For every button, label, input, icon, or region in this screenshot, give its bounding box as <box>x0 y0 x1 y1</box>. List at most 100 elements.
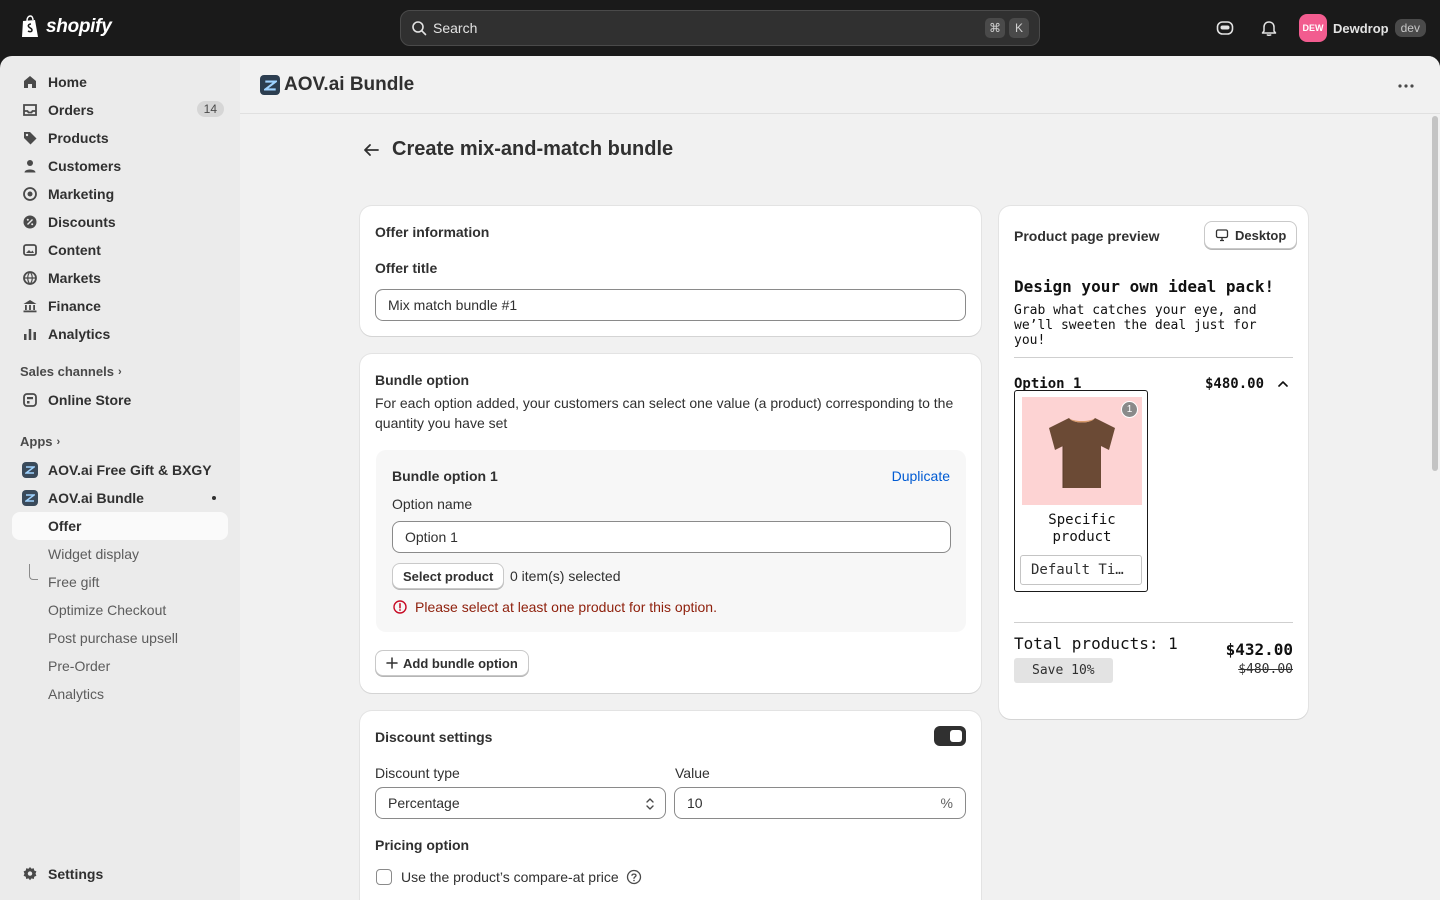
desktop-view-label: Desktop <box>1235 227 1287 243</box>
sidebar-sub-item-pre-order[interactable]: Pre-Order <box>12 652 228 680</box>
sidebar-item-label: Widget display <box>48 546 140 562</box>
search-icon <box>412 21 427 36</box>
desktop-view-button[interactable]: Desktop <box>1204 221 1298 249</box>
discount-settings-card: Discount settings Discount type Percenta… <box>360 711 981 900</box>
option-name-label: Option name <box>392 496 473 512</box>
sidebar-sub-item-offer[interactable]: Offer <box>12 512 228 540</box>
content-icon <box>23 244 37 256</box>
main-content: AOV.ai Bundle Create mix-and-match bundl… <box>240 56 1440 900</box>
gear-icon <box>23 867 37 881</box>
items-selected-text: 0 item(s) selected <box>510 568 621 584</box>
error-icon <box>393 600 407 614</box>
preview-subtitle: Grab what catches your eye, and we’ll sw… <box>1014 303 1257 348</box>
sidebar-item-aov-free-gift[interactable]: AOV.ai Free Gift & BXGY <box>12 456 228 484</box>
search-bar[interactable]: Search ⌘ K <box>400 10 1040 46</box>
sidebar-item-label: Content <box>48 242 101 258</box>
sidebar-item-customers[interactable]: Customers <box>12 152 228 180</box>
save-badge: Save 10% <box>1014 658 1113 683</box>
discount-value: 10 <box>687 795 703 811</box>
bell-icon[interactable] <box>1259 18 1279 38</box>
bundle-option-description: For each option added, your customers ca… <box>375 395 954 431</box>
compare-at-price-checkbox[interactable] <box>376 869 392 885</box>
offer-title-value: Mix match bundle #1 <box>388 297 518 313</box>
sidebar-item-discounts[interactable]: Discounts <box>12 208 228 236</box>
variant-select[interactable]: Default Ti… <box>1020 555 1142 585</box>
sidebar-item-marketing[interactable]: Marketing <box>12 180 228 208</box>
preview-heading: Product page preview <box>1014 228 1160 244</box>
option-name-input[interactable]: Option 1 <box>392 521 951 553</box>
shortcut-key-k: K <box>1009 18 1029 38</box>
sidebar-sub-item-post-purchase-upsell[interactable]: Post purchase upsell <box>12 624 228 652</box>
sidebar: Home Orders 14 Products Customers Market… <box>0 56 240 900</box>
sidebar-item-label: Home <box>48 74 87 90</box>
select-product-button[interactable]: Select product <box>392 563 505 589</box>
sidebar-item-label: Discounts <box>48 214 116 230</box>
compare-at-price-label: Use the product’s compare-at price <box>401 869 619 885</box>
preview-divider <box>1014 357 1293 358</box>
sales-channels-header[interactable]: Sales channels › <box>20 364 122 379</box>
error-text: Please select at least one product for t… <box>415 599 717 615</box>
home-icon <box>24 76 36 88</box>
aov-app-icon <box>22 490 38 506</box>
store-icon <box>23 393 37 407</box>
sidebar-item-label: Pre-Order <box>48 658 111 674</box>
bundle-option-heading: Bundle option <box>375 372 470 388</box>
desktop-icon <box>1215 229 1229 242</box>
sidebar-item-label: Analytics <box>48 326 111 342</box>
sidebar-item-aov-bundle[interactable]: AOV.ai Bundle <box>12 484 228 512</box>
add-bundle-option-label: Add bundle option <box>403 655 518 671</box>
add-bundle-option-button[interactable]: Add bundle option <box>375 650 529 676</box>
account-menu[interactable]: DEW Dewdrop dev <box>1299 14 1426 42</box>
apps-header[interactable]: Apps › <box>20 434 60 449</box>
chevron-right-icon: › <box>117 365 122 378</box>
shopify-logo[interactable]: shopify <box>20 15 112 39</box>
sidebar-item-online-store[interactable]: Online Store <box>12 386 228 414</box>
sidebar-item-label: Optimize Checkout <box>48 602 167 618</box>
page-title-text: Create mix-and-match bundle <box>392 138 674 160</box>
sidekick-icon[interactable] <box>1215 18 1235 38</box>
help-icon[interactable] <box>626 869 642 885</box>
option-name-value: Option 1 <box>405 529 458 545</box>
preview-product-card[interactable]: 1 Specific product Default Ti… <box>1014 390 1148 592</box>
sidebar-item-finance[interactable]: Finance <box>12 292 228 320</box>
percent-suffix: % <box>940 795 953 811</box>
sidebar-item-analytics[interactable]: Analytics <box>12 320 228 348</box>
sidebar-item-label: Online Store <box>48 392 132 408</box>
sidebar-item-content[interactable]: Content <box>12 236 228 264</box>
sidebar-sub-item-analytics[interactable]: Analytics <box>12 680 228 708</box>
dev-badge: dev <box>1394 19 1426 37</box>
select-arrows-icon <box>646 798 654 810</box>
inbox-icon <box>23 104 37 116</box>
sidebar-item-orders[interactable]: Orders 14 <box>12 96 228 124</box>
duplicate-link[interactable]: Duplicate <box>892 468 950 484</box>
offer-title-input[interactable]: Mix match bundle #1 <box>375 289 966 321</box>
discount-type-select[interactable]: Percentage <box>375 787 666 819</box>
offer-information-heading: Offer information <box>375 224 490 240</box>
sidebar-item-home[interactable]: Home <box>12 68 228 96</box>
app-title: AOV.ai Bundle <box>260 74 414 96</box>
sidebar-item-label: AOV.ai Bundle <box>48 490 144 506</box>
sidebar-item-products[interactable]: Products <box>12 124 228 152</box>
bundle-option-1-panel: Bundle option 1 Duplicate Option name Op… <box>376 450 966 632</box>
sales-channels-label: Sales channels <box>20 364 114 379</box>
discount-value-input[interactable]: 10 % <box>674 787 966 819</box>
back-arrow-icon[interactable] <box>360 139 382 161</box>
shopify-bag-icon <box>22 15 38 37</box>
total-price: $432.00 <box>1225 640 1293 659</box>
chevron-up-icon[interactable] <box>1277 378 1289 390</box>
top-bar: shopify Search ⌘ K DEW Dewdrop dev <box>0 0 1440 56</box>
discount-toggle[interactable] <box>934 726 966 746</box>
scrollbar[interactable] <box>1432 116 1438 471</box>
tag-icon <box>24 132 37 145</box>
bank-icon <box>23 300 37 313</box>
sidebar-sub-item-widget-display[interactable]: Widget display <box>12 540 228 568</box>
sidebar-sub-item-optimize-checkout[interactable]: Optimize Checkout <box>12 596 228 624</box>
sidebar-sub-item-free-gift[interactable]: Free gift <box>12 568 228 596</box>
discount-icon <box>23 215 37 229</box>
more-options-icon[interactable] <box>1396 76 1416 96</box>
preview-option-price: $480.00 <box>1205 376 1265 392</box>
sidebar-item-settings[interactable]: Settings <box>12 860 228 888</box>
sidebar-item-markets[interactable]: Markets <box>12 264 228 292</box>
target-icon <box>23 187 37 201</box>
person-icon <box>24 160 36 173</box>
